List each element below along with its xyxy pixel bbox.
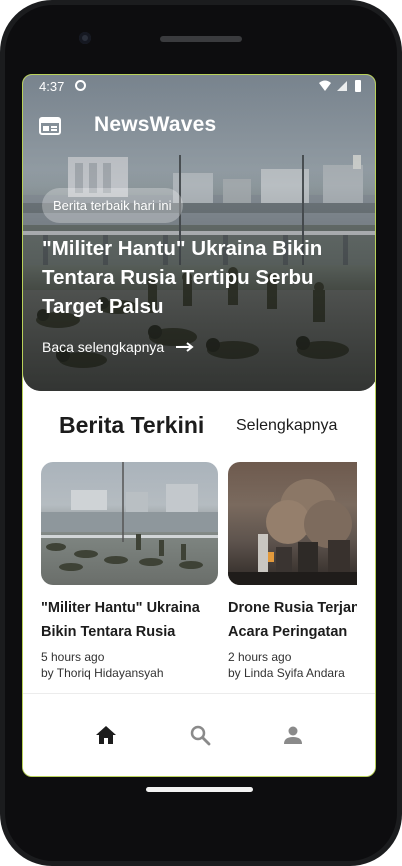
status-time: 4:37 [39,79,65,94]
front-camera [79,32,91,44]
signal-icon [337,81,347,91]
hero-headline[interactable]: "Militer Hantu" Ukraina Bikin Tentara Ru… [42,234,367,321]
app-screen: 4:37 NewsWaves Berita terbaik hari ini "… [22,74,376,777]
arrow-right-icon [176,342,194,352]
news-card-author: by Thoriq Hidayansyah [41,666,164,680]
app-title: NewsWaves [94,113,217,136]
hero-category-chip: Berita terbaik hari ini [42,188,183,223]
sync-icon [75,80,86,91]
earpiece-speaker [160,36,242,42]
person-icon[interactable] [281,723,305,747]
bottom-navigation [23,694,375,776]
read-more-label: Baca selengkapnya [42,339,165,355]
battery-icon [355,80,361,92]
read-more-link[interactable]: Baca selengkapnya [42,339,194,355]
news-card-image [41,462,218,585]
hero-banner[interactable]: 4:37 NewsWaves Berita terbaik hari ini "… [23,75,375,391]
status-bar: 4:37 [23,75,375,99]
see-more-link[interactable]: Selengkapnya [236,417,337,435]
status-icons [319,80,361,92]
home-icon[interactable] [94,723,118,747]
news-card-author: by Linda Syifa Andara [228,666,345,680]
phone-frame: 4:37 NewsWaves Berita terbaik hari ini "… [0,0,402,866]
news-card[interactable]: Drone Rusia Terjang Acara Peringatan 2 h… [228,462,357,680]
menu-newspaper-icon[interactable] [39,117,61,135]
news-card-image [228,462,357,585]
news-card-title: "Militer Hantu" Ukraina Bikin Tentara Ru… [41,600,200,640]
news-card-time: 5 hours ago [41,650,105,664]
news-card-list[interactable]: "Militer Hantu" Ukraina Bikin Tentara Ru… [41,462,357,682]
news-card-time: 2 hours ago [228,650,292,664]
news-card[interactable]: "Militer Hantu" Ukraina Bikin Tentara Ru… [41,462,218,680]
home-indicator[interactable] [146,787,253,792]
search-icon[interactable] [188,723,212,747]
wifi-icon [319,80,331,91]
news-card-title: Drone Rusia Terjang Acara Peringatan [228,600,357,640]
section-title: Berita Terkini [59,412,205,438]
